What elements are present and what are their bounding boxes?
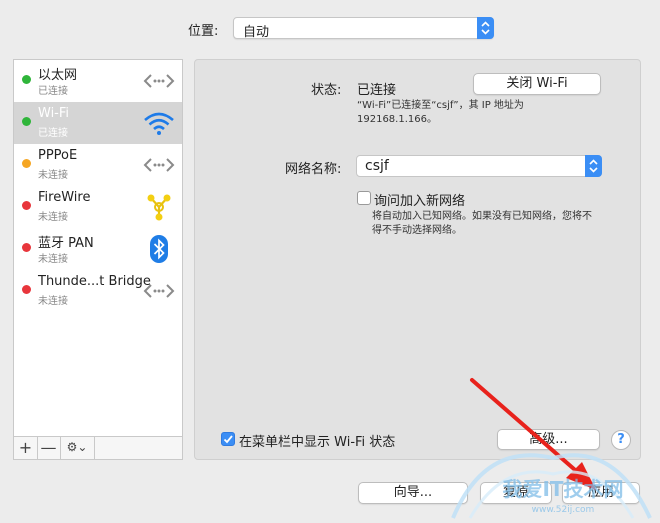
status-label: 状态: (311, 83, 342, 98)
location-select[interactable]: 自动 (233, 17, 494, 40)
show-menubar-label: 在菜单栏中显示 Wi-Fi 状态 (239, 435, 396, 450)
service-name: PPPoE (38, 148, 78, 163)
service-item-wifi[interactable]: Wi-Fi 已连接 (14, 102, 182, 144)
service-name: 蓝牙 PAN (38, 236, 94, 251)
status-dot (22, 285, 31, 294)
service-status: 已连接 (38, 128, 68, 139)
status-dot (22, 117, 31, 126)
service-item-thunderbolt-bridge[interactable]: Thunde...t Bridge 未连接 (14, 270, 182, 312)
site-watermark-logo: 我爱IT技术网 www.52ij.com (451, 453, 652, 519)
service-status: 已连接 (38, 86, 68, 97)
service-item-bluetooth-pan[interactable]: 蓝牙 PAN 未连接 (14, 228, 182, 270)
watermark-url: www.52ij.com (532, 505, 595, 515)
gear-menu-button[interactable]: ⚙︎⌄ (60, 437, 95, 459)
status-dot (22, 75, 31, 84)
service-item-firewire[interactable]: FireWire 未连接 (14, 186, 182, 228)
gear-icon: ⚙︎⌄ (66, 440, 88, 454)
status-description-line1: “Wi-Fi”已连接至“csjf”，其 IP 地址为 (357, 100, 524, 111)
ask-join-checkbox[interactable] (357, 191, 371, 205)
wifi-icon (144, 112, 174, 135)
network-name-value: csjf (365, 158, 389, 174)
status-description-line2: 192168.1.166。 (357, 114, 437, 125)
service-status: 未连接 (38, 296, 68, 307)
service-status: 未连接 (38, 170, 68, 181)
updown-arrows-icon (585, 155, 602, 177)
status-dot (22, 201, 31, 210)
location-value: 自动 (243, 25, 270, 40)
checkmark-icon (223, 435, 233, 444)
service-item-ethernet[interactable]: 以太网 已连接 (14, 60, 182, 102)
service-status: 未连接 (38, 254, 68, 265)
service-item-pppoe[interactable]: PPPoE 未连接 (14, 144, 182, 186)
service-list-toolbar: + — ⚙︎⌄ (13, 437, 183, 460)
watermark-text: 我爱IT技术网 (502, 477, 623, 501)
location-label: 位置: (188, 24, 219, 39)
network-name-select[interactable]: csjf (356, 155, 602, 177)
service-name: Thunde...t Bridge (38, 274, 151, 289)
service-name: FireWire (38, 190, 91, 205)
bluetooth-icon (150, 235, 168, 263)
ethernet-icon (143, 74, 175, 88)
ask-join-description-line1: 将自动加入已知网络。如果没有已知网络，您将不 (372, 211, 592, 222)
network-name-label: 网络名称: (285, 162, 342, 177)
service-list: 以太网 已连接 Wi-Fi 已连接 PPPoE 未连接 FireWire 未连接… (13, 59, 183, 437)
show-menubar-checkbox[interactable] (221, 432, 235, 446)
ethernet-icon (143, 158, 175, 172)
status-dot (22, 243, 31, 252)
firewire-icon (147, 194, 171, 221)
ethernet-icon (143, 284, 175, 298)
status-value: 已连接 (357, 83, 397, 98)
service-name: Wi-Fi (38, 106, 70, 121)
turn-off-wifi-button[interactable]: 关闭 Wi-Fi (473, 73, 601, 95)
help-button[interactable]: ? (611, 430, 631, 450)
service-name: 以太网 (38, 68, 78, 83)
remove-service-button[interactable]: — (37, 437, 61, 459)
add-service-button[interactable]: + (14, 437, 38, 459)
ask-join-label: 询问加入新网络 (374, 194, 466, 209)
status-dot (22, 159, 31, 168)
service-status: 未连接 (38, 212, 68, 223)
ask-join-description-line2: 得不手动选择网络。 (372, 225, 462, 236)
updown-arrows-icon (477, 17, 494, 39)
